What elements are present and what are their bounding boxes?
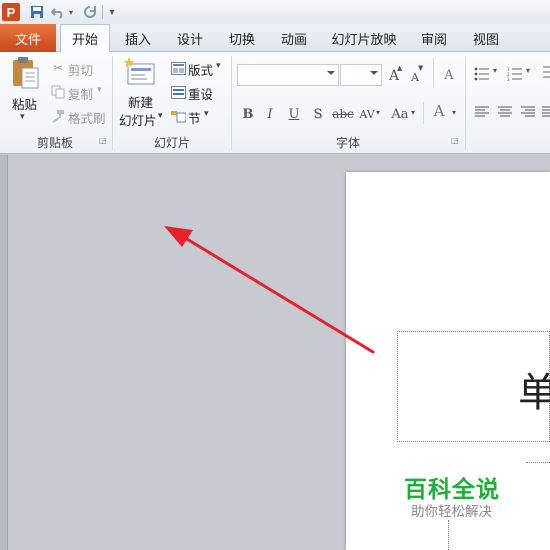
annotation-arrow-icon [164,226,375,354]
